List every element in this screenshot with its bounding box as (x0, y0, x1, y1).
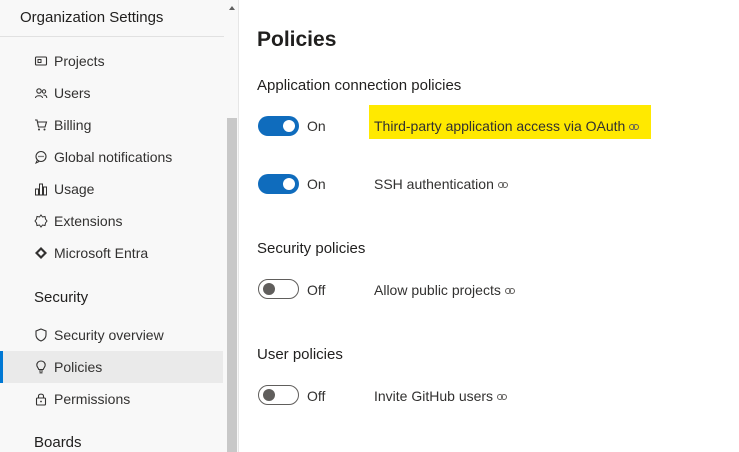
sidebar-title: Organization Settings (20, 9, 164, 26)
toggle-knob (283, 120, 295, 132)
policy-label: Third-party application access via OAuth (374, 118, 626, 134)
link-icon[interactable] (497, 182, 508, 189)
sidebar-item-label: Users (54, 85, 91, 101)
sidebar-item-billing[interactable]: Billing (0, 109, 223, 141)
toggle-knob (263, 389, 275, 401)
sidebar-item-label: Projects (54, 53, 105, 69)
policy-github-users: Invite GitHub users (374, 388, 508, 404)
policy-oauth: Third-party application access via OAuth (374, 118, 640, 134)
sidebar-item-label: Policies (54, 359, 103, 375)
entra-icon (35, 247, 47, 259)
oauth-toggle[interactable] (258, 116, 299, 136)
sidebar-item-extensions[interactable]: Extensions (0, 205, 223, 237)
sidebar-item-usage[interactable]: Usage (0, 173, 223, 205)
page-title: Policies (257, 28, 337, 51)
sidebar-item-label: Global notifications (54, 149, 173, 165)
ssh-toggle-state: On (307, 176, 326, 192)
group-title-user: User policies (257, 346, 343, 363)
github-users-toggle-state: Off (307, 388, 326, 404)
sidebar-item-projects[interactable]: Projects (0, 45, 223, 77)
toggle-knob (263, 283, 275, 295)
link-icon[interactable] (504, 288, 515, 295)
policy-label: Allow public projects (374, 282, 501, 298)
public-projects-toggle[interactable] (258, 279, 299, 299)
scrollbar-thumb[interactable] (227, 118, 237, 452)
users-icon (34, 88, 48, 99)
chat-icon (35, 150, 47, 164)
public-projects-toggle-state: Off (307, 282, 326, 298)
toggle-knob (283, 178, 295, 190)
sidebar-item-policies[interactable]: Policies (0, 351, 223, 383)
group-title-application-connection: Application connection policies (257, 77, 462, 94)
sidebar-section-security: Security (34, 289, 89, 306)
sidebar-item-users[interactable]: Users (0, 77, 223, 109)
selected-indicator (0, 351, 3, 383)
chart-icon (35, 183, 47, 196)
gear-icon (34, 214, 48, 228)
policy-label: SSH authentication (374, 176, 494, 192)
sidebar: Organization Settings Projects Users Bil… (0, 0, 239, 452)
sidebar-header: Organization Settings (0, 0, 224, 37)
link-icon[interactable] (629, 124, 640, 131)
sidebar-item-label: Extensions (54, 213, 123, 229)
github-users-toggle[interactable] (258, 385, 299, 405)
projects-icon (34, 56, 48, 66)
sidebar-item-label: Usage (54, 181, 95, 197)
oauth-toggle-state: On (307, 118, 326, 134)
cart-icon (35, 119, 48, 131)
link-icon[interactable] (497, 394, 508, 401)
lightbulb-icon (36, 360, 46, 374)
sidebar-section-boards: Boards (34, 434, 82, 451)
sidebar-item-microsoft-entra[interactable]: Microsoft Entra (0, 237, 223, 269)
sidebar-item-label: Microsoft Entra (54, 245, 149, 261)
policy-public-projects: Allow public projects (374, 282, 515, 298)
policy-ssh: SSH authentication (374, 176, 508, 192)
ssh-toggle[interactable] (258, 174, 299, 194)
sidebar-item-label: Security overview (54, 327, 164, 343)
sidebar-item-global-notifications[interactable]: Global notifications (0, 141, 223, 173)
shield-icon (35, 328, 47, 342)
main-content: Policies Application connection policies… (240, 0, 739, 452)
group-title-security: Security policies (257, 240, 366, 257)
sidebar-item-security-overview[interactable]: Security overview (0, 319, 223, 351)
policy-label: Invite GitHub users (374, 388, 494, 404)
sidebar-item-label: Billing (54, 117, 92, 133)
sidebar-item-permissions[interactable]: Permissions (0, 383, 223, 415)
sidebar-item-label: Permissions (54, 391, 131, 407)
lock-icon (35, 393, 47, 406)
